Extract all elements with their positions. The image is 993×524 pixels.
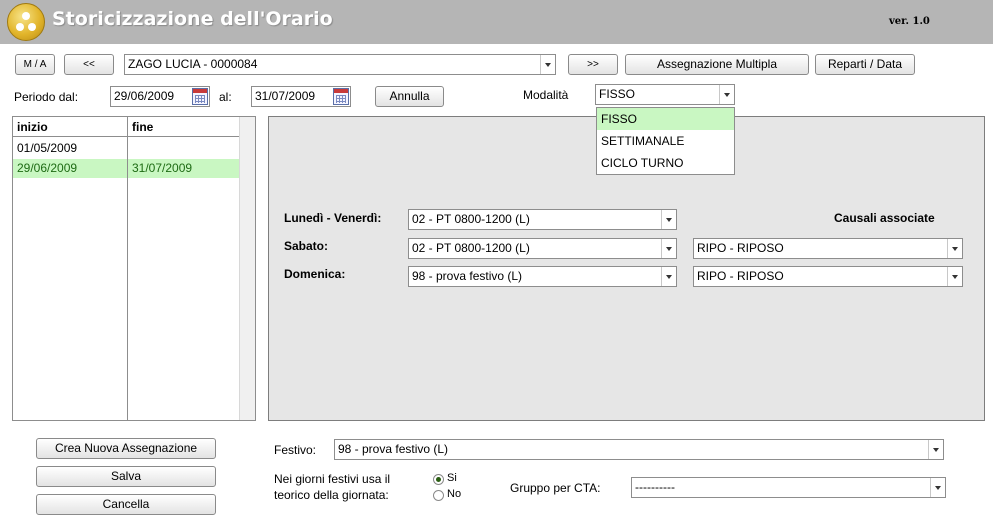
employee-select-value: ZAGO LUCIA - 0000084 [128,57,258,71]
ma-button[interactable]: M / A [15,54,55,75]
holiday-question-line1: Nei giorni festivi usa il [274,472,391,486]
mode-label: Modalità [523,88,569,102]
chevron-down-icon[interactable] [661,267,676,286]
app-logo-icon [7,3,45,41]
app-title: Storicizzazione dell'Orario [52,8,333,30]
sunday-label: Domenica: [284,267,346,281]
period-from-value: 29/06/2009 [114,89,175,103]
festivo-select[interactable]: 98 - prova festivo (L) [334,439,944,460]
holiday-yes-label[interactable]: Si [447,472,457,484]
period-to-value: 31/07/2009 [255,89,316,103]
mode-dropdown-list[interactable]: FISSO SETTIMANALE CICLO TURNO [596,107,735,175]
holiday-yes-radio[interactable] [433,474,444,485]
sunday-schedule-value: 98 - prova festivo (L) [412,269,523,283]
festivo-label: Festivo: [274,443,317,457]
holiday-question-line2: teorico della giornata: [274,488,389,502]
sunday-causale-value: RIPO - RIPOSO [697,269,784,283]
row-start: 29/06/2009 [17,161,78,175]
chevron-down-icon[interactable] [930,478,945,497]
chevron-down-icon[interactable] [947,239,962,258]
saturday-schedule-select[interactable]: 02 - PT 0800-1200 (L) [408,238,677,259]
saturday-label: Sabato: [284,239,329,253]
festivo-select-value: 98 - prova festivo (L) [338,442,449,456]
save-button[interactable]: Salva [36,466,216,487]
saturday-schedule-value: 02 - PT 0800-1200 (L) [412,241,530,255]
mode-option-fisso[interactable]: FISSO [597,108,734,130]
list-row[interactable]: 01/05/2009 [13,139,239,158]
list-scrollbar[interactable] [239,117,255,420]
saturday-causale-value: RIPO - RIPOSO [697,241,784,255]
saturday-causale-select[interactable]: RIPO - RIPOSO [693,238,963,259]
calendar-icon[interactable] [192,88,208,105]
mode-select-value: FISSO [599,87,636,101]
sunday-schedule-select[interactable]: 98 - prova festivo (L) [408,266,677,287]
period-from-label: Periodo dal: [14,90,79,104]
departments-date-button[interactable]: Reparti / Data [815,54,915,75]
period-from-field[interactable]: 29/06/2009 [110,86,210,107]
mode-select[interactable]: FISSO [595,84,735,105]
chevron-down-icon[interactable] [928,440,943,459]
mode-option-ciclo-turno[interactable]: CICLO TURNO [597,152,734,174]
delete-button[interactable]: Cancella [36,494,216,515]
multi-assign-button[interactable]: Assegnazione Multipla [625,54,809,75]
row-end: 31/07/2009 [132,161,193,175]
column-header-start[interactable]: inizio [17,120,48,134]
cta-group-value: ---------- [635,480,675,494]
sunday-causale-select[interactable]: RIPO - RIPOSO [693,266,963,287]
chevron-down-icon[interactable] [719,85,734,104]
weekday-label: Lunedì - Venerdì: [284,211,382,225]
list-row-selected[interactable]: 29/06/2009 31/07/2009 [13,159,239,178]
calendar-icon[interactable] [333,88,349,105]
causali-header: Causali associate [834,211,935,225]
chevron-down-icon[interactable] [661,239,676,258]
column-header-end[interactable]: fine [132,120,153,134]
employee-select[interactable]: ZAGO LUCIA - 0000084 [124,54,556,75]
assignment-history-list[interactable]: inizio fine 01/05/2009 29/06/2009 31/07/… [12,116,256,421]
prev-employee-button[interactable]: << [64,54,114,75]
period-to-label: al: [219,90,232,104]
version-label: ver. 1.0 [889,16,930,27]
row-start: 01/05/2009 [17,141,78,155]
list-header: inizio fine [13,117,239,137]
holiday-no-radio[interactable] [433,490,444,501]
chevron-down-icon[interactable] [947,267,962,286]
weekday-schedule-value: 02 - PT 0800-1200 (L) [412,212,530,226]
mode-option-settimanale[interactable]: SETTIMANALE [597,130,734,152]
cta-group-select[interactable]: ---------- [631,477,946,498]
chevron-down-icon[interactable] [661,210,676,229]
cancel-period-button[interactable]: Annulla [375,86,444,107]
holiday-no-label[interactable]: No [447,488,461,500]
column-divider [127,117,128,420]
next-employee-button[interactable]: >> [568,54,618,75]
weekday-schedule-select[interactable]: 02 - PT 0800-1200 (L) [408,209,677,230]
chevron-down-icon[interactable] [540,55,555,74]
cta-group-label: Gruppo per CTA: [510,481,601,495]
create-assignment-button[interactable]: Crea Nuova Assegnazione [36,438,216,459]
period-to-field[interactable]: 31/07/2009 [251,86,351,107]
